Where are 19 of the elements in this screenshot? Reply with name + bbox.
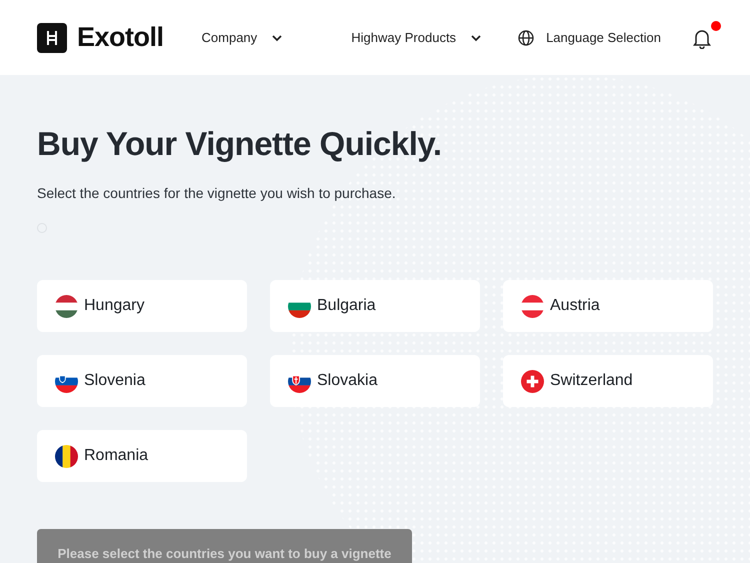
country-option[interactable]: Romania — [37, 430, 247, 482]
country-option[interactable]: Hungary — [37, 280, 247, 332]
language-selector[interactable]: Language Selection — [518, 30, 661, 46]
nav-dropdown[interactable]: Highway Products — [351, 30, 484, 46]
country-option[interactable]: Slovakia — [270, 355, 480, 407]
country-option[interactable]: Switzerland — [503, 355, 713, 407]
globe-icon — [518, 30, 534, 46]
country-option[interactable]: Bulgaria — [270, 280, 480, 332]
flag-icon — [55, 444, 78, 468]
flag-icon — [521, 370, 544, 392]
flag-icon — [521, 294, 544, 318]
page-subtitle: Select the countries for the vignette you wish to purchase. — [37, 185, 397, 201]
nav-dropdown[interactable]: Company — [202, 30, 286, 46]
country-option[interactable]: Austria — [503, 280, 713, 332]
logo-icon — [37, 22, 67, 52]
page-title: Buy Your Vignette Quickly. — [37, 125, 442, 163]
flag-icon — [55, 294, 78, 318]
country-option[interactable]: Slovenia — [37, 355, 247, 407]
logo-text: Exotoll — [77, 22, 164, 53]
